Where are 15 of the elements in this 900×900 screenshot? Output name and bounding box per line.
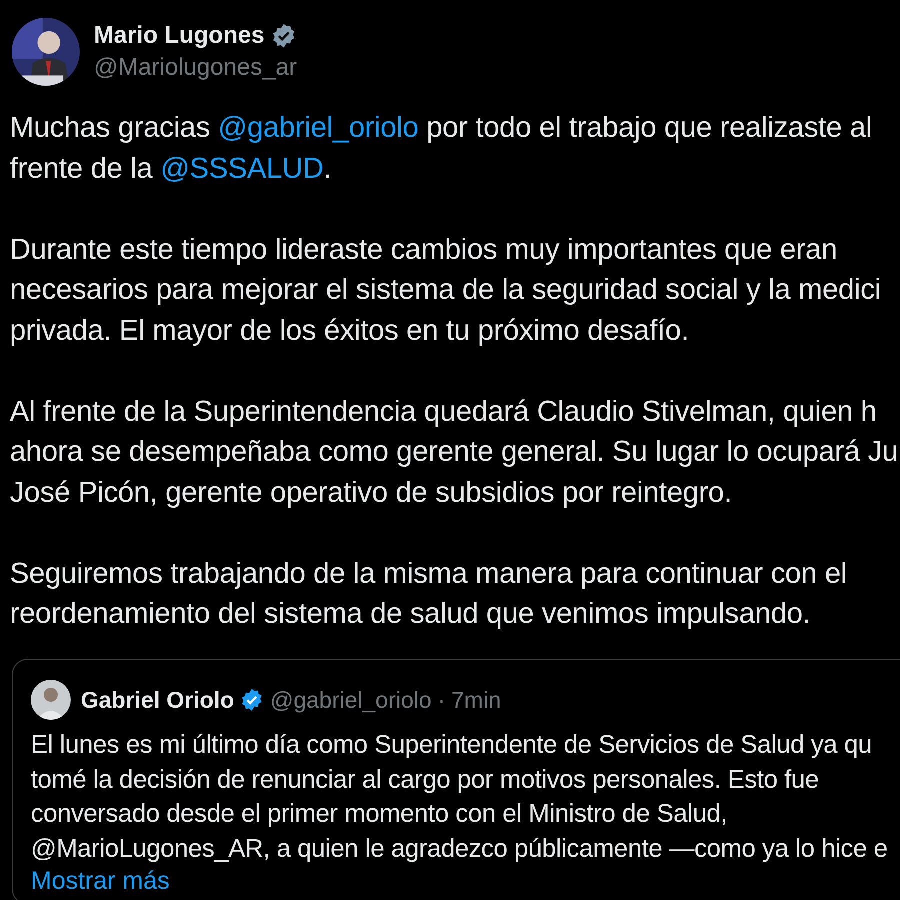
quoted-tweet-card[interactable] — [12, 659, 900, 900]
author-name[interactable]: Mario Lugones — [94, 22, 265, 50]
quoted-tweet-text: El lunes es mi último día como Superintendente de Servicios de Salud ya qu tomé la decisión de renunciar al cargo por motivos personales. Esto fue conversado desde el primer momento con el Ministro de Salud, @MarioLugones_AR, a quien le agradezco públicamente —como ya lo hice e — [31, 730, 889, 864]
tweet-paragraph: Al frente de la Superintendencia quedará Claudio Stivelman, quien h ahora se desempeñaba como gerente general. Su lugar lo ocupará Ju José Picón, gerente operativo de subsidios por reintegro. — [10, 394, 900, 510]
tweet-paragraph: Seguiremos trabajando de la misma manera para continuar con el reordenamiento del sistema de salud que venimos impulsando. — [10, 556, 848, 632]
separator-dot: · — [438, 686, 446, 714]
post-time: 7min — [452, 686, 502, 714]
tweet-paragraph: Durante este tiempo lideraste cambios muy importantes que eran necesarios para mejorar el sistema de la seguridad social y la medici privada. El mayor de los éxitos en tu próximo desafío. — [10, 232, 882, 348]
author-handle[interactable]: @Mariolugones_ar — [94, 54, 298, 82]
show-more-link[interactable]: Mostrar más — [31, 866, 170, 896]
mention-link[interactable]: @gabriel_oriolo — [218, 112, 419, 144]
quoted-author-name[interactable]: Gabriel Oriolo — [81, 686, 234, 714]
mention-link[interactable]: @SSSALUD — [160, 152, 324, 184]
tweet-paragraph: Muchas gracias @gabriel_oriolo por todo el trabajo que realizaste al frente de la @SSSALUD. — [10, 111, 874, 186]
quoted-author-handle[interactable]: @gabriel_oriolo — [270, 686, 432, 714]
